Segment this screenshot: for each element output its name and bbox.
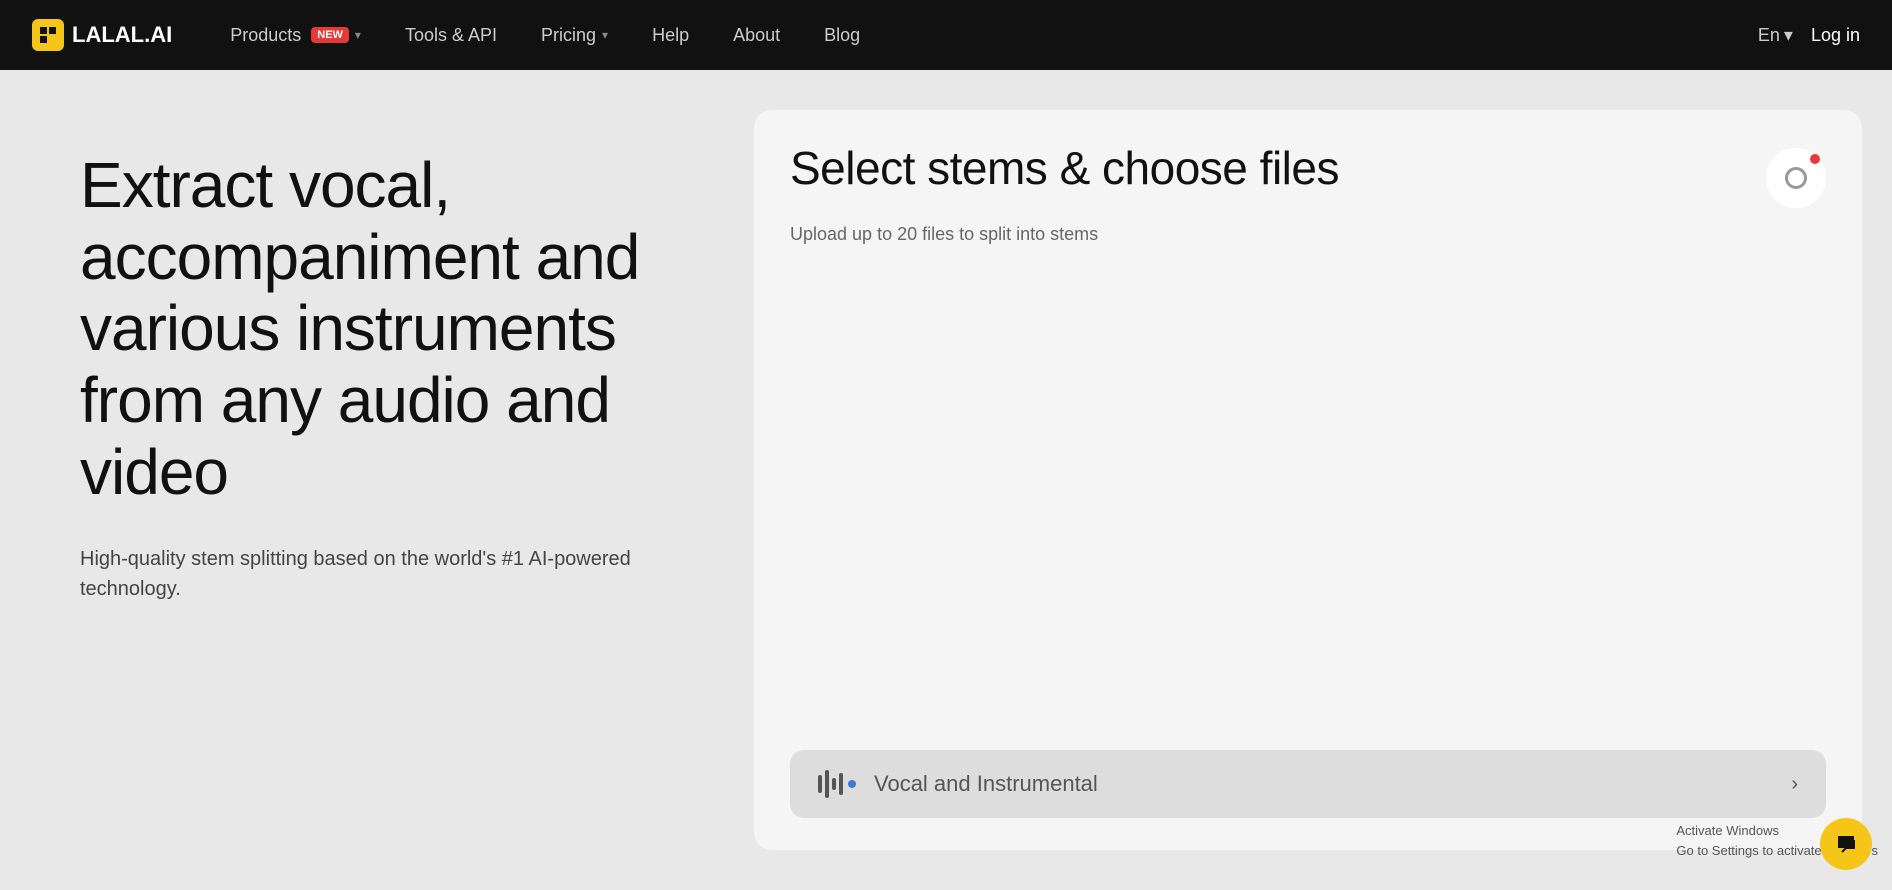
panel-header: Select stems & choose files (790, 142, 1826, 208)
hero-title: Extract vocal, accompaniment and various… (80, 150, 700, 508)
logo-text: LALAL.AI (72, 22, 172, 48)
upload-panel: Select stems & choose files Upload up to… (754, 110, 1862, 850)
main-content: Extract vocal, accompaniment and various… (0, 70, 1892, 890)
nav-right: En ▾ Log in (1758, 25, 1860, 46)
nav-item-blog[interactable]: Blog (802, 25, 882, 46)
login-button[interactable]: Log in (1811, 25, 1860, 46)
products-badge: NEW (311, 27, 349, 43)
hero-subtitle: High-quality stem splitting based on the… (80, 544, 700, 604)
navbar: LALAL.AI Products NEW ▾ Tools & API Pric… (0, 0, 1892, 70)
red-dot-indicator (1810, 154, 1820, 164)
panel-controls[interactable] (1766, 148, 1826, 208)
products-chevron-icon: ▾ (355, 28, 361, 42)
lang-chevron-icon: ▾ (1784, 25, 1793, 46)
language-selector[interactable]: En ▾ (1758, 25, 1793, 46)
panel-subtitle: Upload up to 20 files to split into stem… (790, 224, 1826, 245)
nav-item-tools[interactable]: Tools & API (383, 25, 519, 46)
settings-circle-icon (1785, 167, 1807, 189)
stem-selector[interactable]: Vocal and Instrumental › (790, 750, 1826, 818)
waveform-icon (818, 770, 856, 798)
nav-item-products[interactable]: Products NEW ▾ (208, 25, 383, 46)
pricing-chevron-icon: ▾ (602, 28, 608, 42)
nav-items: Products NEW ▾ Tools & API Pricing ▾ Hel… (208, 25, 1758, 46)
chat-button[interactable] (1820, 818, 1872, 870)
nav-item-pricing[interactable]: Pricing ▾ (519, 25, 630, 46)
nav-item-help[interactable]: Help (630, 25, 711, 46)
panel-title: Select stems & choose files (790, 142, 1339, 195)
upload-area[interactable] (790, 245, 1826, 750)
panel-title-group: Select stems & choose files (790, 142, 1339, 195)
logo-icon (32, 19, 64, 51)
logo[interactable]: LALAL.AI (32, 19, 172, 51)
stem-chevron-icon: › (1791, 773, 1798, 796)
stem-label: Vocal and Instrumental (874, 771, 1098, 797)
hero-section: Extract vocal, accompaniment and various… (30, 110, 730, 850)
nav-item-about[interactable]: About (711, 25, 802, 46)
